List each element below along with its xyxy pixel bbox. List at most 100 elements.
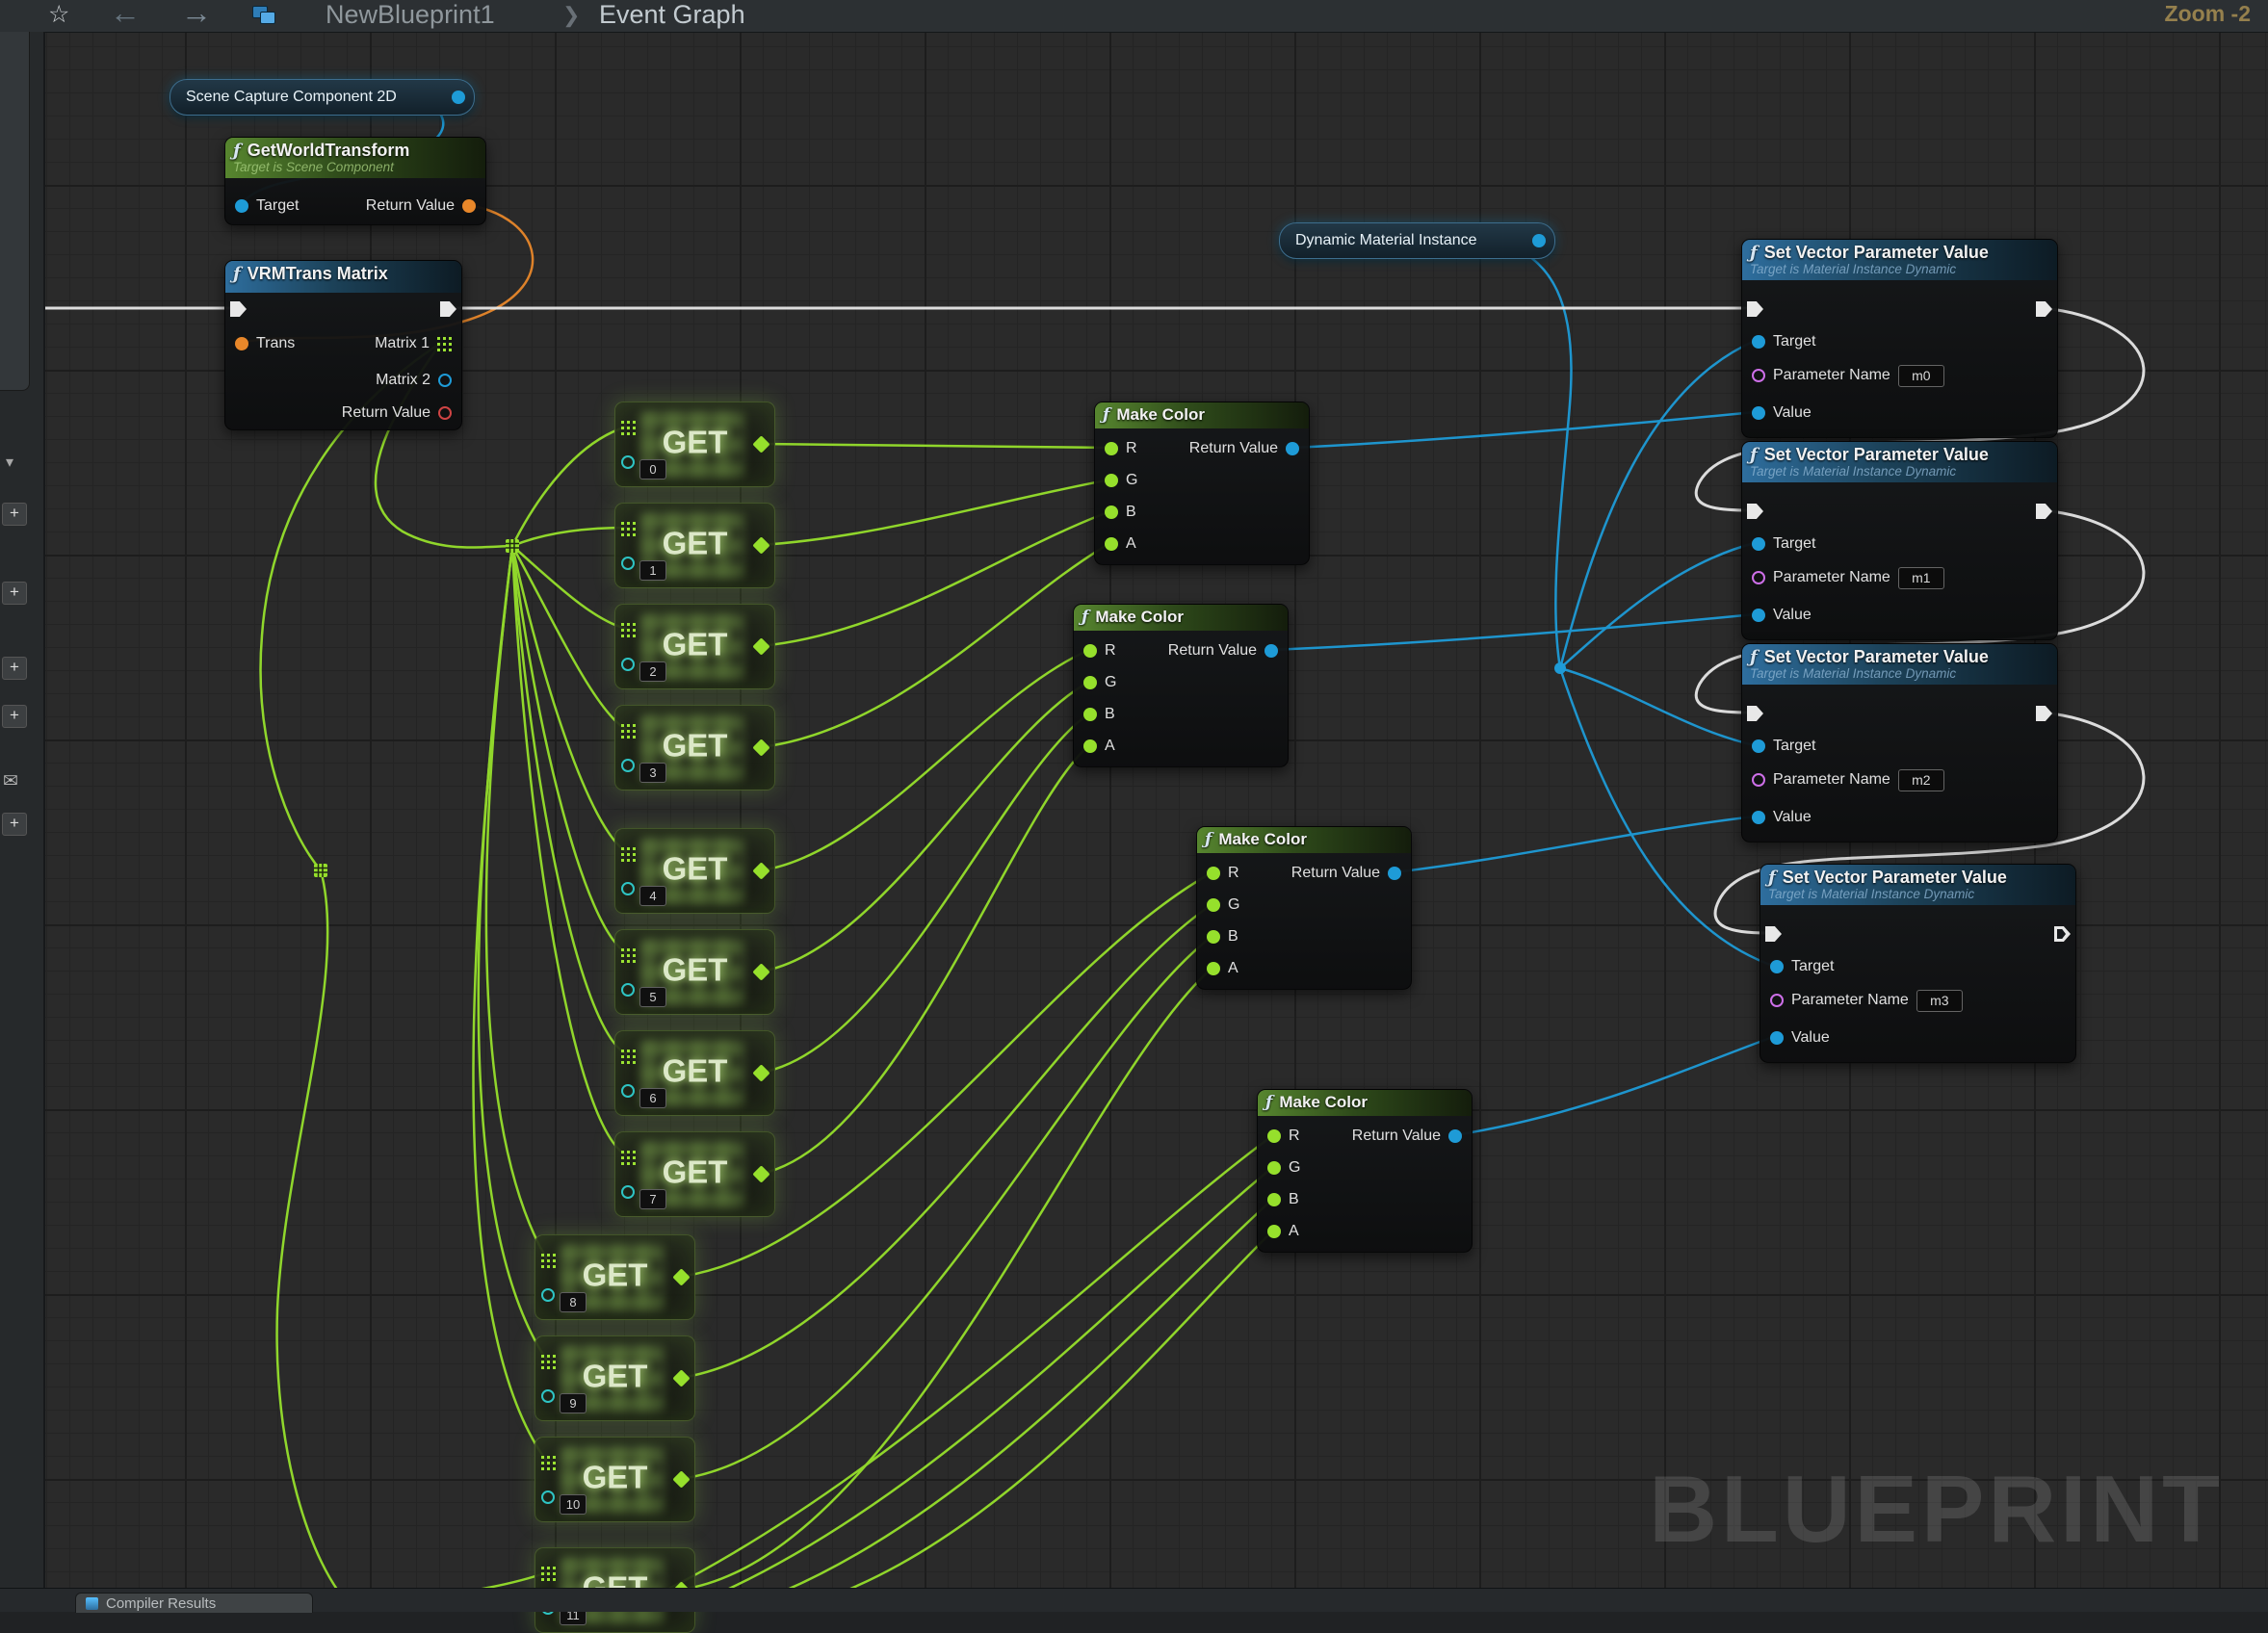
- index-value[interactable]: 0: [639, 459, 666, 480]
- array-input-pin[interactable]: [541, 1355, 556, 1369]
- b-input-pin[interactable]: [1105, 505, 1118, 519]
- get-array-node-8[interactable]: 8 GET: [534, 1234, 695, 1320]
- favorite-star-icon[interactable]: ☆: [48, 0, 69, 29]
- array-input-pin[interactable]: [621, 724, 636, 739]
- back-icon[interactable]: ←: [110, 0, 141, 31]
- index-input-pin[interactable]: [621, 1084, 635, 1098]
- get-array-node-7[interactable]: 7 GET: [614, 1131, 775, 1217]
- exec-out-pin[interactable]: [2036, 504, 2052, 519]
- exec-out-pin[interactable]: [2054, 926, 2071, 942]
- index-input-pin[interactable]: [621, 557, 635, 570]
- r-input-pin[interactable]: [1083, 644, 1097, 658]
- make-color-node-3[interactable]: ƒMake Color R Return Value G B A: [1257, 1089, 1473, 1253]
- make-color-node-1[interactable]: ƒMake Color R Return Value G B A: [1073, 604, 1289, 767]
- node-header[interactable]: ƒSet Vector Parameter Value Target is Ma…: [1742, 644, 2057, 685]
- value-input-pin[interactable]: [1752, 406, 1765, 420]
- get-array-node-10[interactable]: 10 GET: [534, 1437, 695, 1522]
- parameter-name-pin[interactable]: [1770, 994, 1784, 1007]
- a-input-pin[interactable]: [1105, 537, 1118, 551]
- index-value[interactable]: 8: [560, 1292, 587, 1312]
- element-output-pin[interactable]: [672, 1470, 690, 1488]
- variable-node-scene-capture[interactable]: Scene Capture Component 2D: [169, 79, 475, 116]
- matrix2-output-pin[interactable]: [438, 374, 452, 387]
- object-output-pin[interactable]: [452, 91, 465, 104]
- array-input-pin[interactable]: [621, 847, 636, 862]
- g-input-pin[interactable]: [1207, 898, 1220, 912]
- set-vector-parameter-node-1[interactable]: ƒSet Vector Parameter Value Target is Ma…: [1741, 441, 2058, 640]
- index-input-pin[interactable]: [621, 658, 635, 671]
- g-input-pin[interactable]: [1105, 474, 1118, 487]
- exec-in-pin[interactable]: [1747, 301, 1763, 317]
- array-input-pin[interactable]: [621, 948, 636, 963]
- target-input-pin[interactable]: [1752, 335, 1765, 349]
- add-button-2[interactable]: +: [2, 582, 27, 605]
- get-array-node-2[interactable]: 2 GET: [614, 604, 775, 689]
- index-input-pin[interactable]: [621, 455, 635, 469]
- node-header[interactable]: ƒSet Vector Parameter Value Target is Ma…: [1742, 442, 2057, 482]
- element-output-pin[interactable]: [672, 1268, 690, 1285]
- element-output-pin[interactable]: [752, 1165, 769, 1182]
- array-input-pin[interactable]: [541, 1456, 556, 1470]
- index-input-pin[interactable]: [541, 1490, 555, 1504]
- array-input-pin[interactable]: [541, 1254, 556, 1268]
- node-header[interactable]: ƒMake Color: [1074, 605, 1288, 631]
- return-value-pin[interactable]: [1264, 644, 1278, 658]
- parameter-name-pin[interactable]: [1752, 571, 1765, 584]
- element-output-pin[interactable]: [752, 536, 769, 554]
- index-input-pin[interactable]: [621, 1185, 635, 1199]
- return-value-pin[interactable]: [462, 199, 476, 213]
- index-input-pin[interactable]: [621, 882, 635, 895]
- add-button-1[interactable]: +: [2, 503, 27, 526]
- element-output-pin[interactable]: [752, 963, 769, 980]
- element-output-pin[interactable]: [752, 435, 769, 453]
- exec-in-pin[interactable]: [230, 301, 247, 317]
- get-world-transform-node[interactable]: ƒGetWorldTransform Target is Scene Compo…: [224, 137, 486, 225]
- node-header[interactable]: ƒSet Vector Parameter Value Target is Ma…: [1760, 865, 2075, 905]
- exec-out-pin[interactable]: [2036, 301, 2052, 317]
- get-array-node-4[interactable]: 4 GET: [614, 828, 775, 914]
- exec-out-pin[interactable]: [2036, 706, 2052, 721]
- variable-node-dynamic-material[interactable]: Dynamic Material Instance: [1279, 222, 1555, 259]
- g-input-pin[interactable]: [1083, 676, 1097, 689]
- get-array-node-1[interactable]: 1 GET: [614, 503, 775, 588]
- value-input-pin[interactable]: [1752, 811, 1765, 824]
- array-input-pin[interactable]: [621, 421, 636, 435]
- index-value[interactable]: 4: [639, 886, 666, 906]
- array-input-pin[interactable]: [621, 522, 636, 536]
- matrix1-array-pin[interactable]: [437, 337, 452, 351]
- r-input-pin[interactable]: [1105, 442, 1118, 455]
- b-input-pin[interactable]: [1207, 930, 1220, 944]
- element-output-pin[interactable]: [752, 1064, 769, 1081]
- index-value[interactable]: 2: [639, 661, 666, 682]
- trans-input-pin[interactable]: [235, 337, 248, 350]
- make-color-node-0[interactable]: ƒMake Color R Return Value G B A: [1094, 402, 1310, 565]
- node-header[interactable]: ƒGetWorldTransform Target is Scene Compo…: [225, 138, 485, 178]
- add-button-3[interactable]: +: [2, 657, 27, 680]
- get-array-node-0[interactable]: 0 GET: [614, 402, 775, 487]
- exec-out-pin[interactable]: [440, 301, 456, 317]
- g-input-pin[interactable]: [1267, 1161, 1281, 1175]
- index-input-pin[interactable]: [541, 1288, 555, 1302]
- parameter-name-value[interactable]: m1: [1898, 567, 1944, 589]
- add-button-4[interactable]: +: [2, 705, 27, 728]
- index-input-pin[interactable]: [541, 1389, 555, 1403]
- index-input-pin[interactable]: [621, 983, 635, 997]
- exec-in-pin[interactable]: [1765, 926, 1782, 942]
- parameter-name-value[interactable]: m0: [1898, 365, 1944, 387]
- a-input-pin[interactable]: [1267, 1225, 1281, 1238]
- parameter-name-pin[interactable]: [1752, 369, 1765, 382]
- index-value[interactable]: 7: [639, 1189, 666, 1209]
- set-vector-parameter-node-3[interactable]: ƒSet Vector Parameter Value Target is Ma…: [1760, 864, 2076, 1063]
- breadcrumb-event-graph[interactable]: Event Graph: [599, 0, 745, 30]
- b-input-pin[interactable]: [1267, 1193, 1281, 1206]
- node-header[interactable]: ƒVRMTrans Matrix: [225, 261, 461, 293]
- add-button-5[interactable]: +: [2, 813, 27, 836]
- target-input-pin[interactable]: [1752, 739, 1765, 753]
- array-input-pin[interactable]: [541, 1567, 556, 1581]
- make-color-node-2[interactable]: ƒMake Color R Return Value G B A: [1196, 826, 1412, 990]
- exec-in-pin[interactable]: [1747, 504, 1763, 519]
- compiler-results-tab[interactable]: Compiler Results: [75, 1593, 313, 1613]
- element-output-pin[interactable]: [672, 1369, 690, 1387]
- return-value-pin[interactable]: [1448, 1129, 1462, 1143]
- b-input-pin[interactable]: [1083, 708, 1097, 721]
